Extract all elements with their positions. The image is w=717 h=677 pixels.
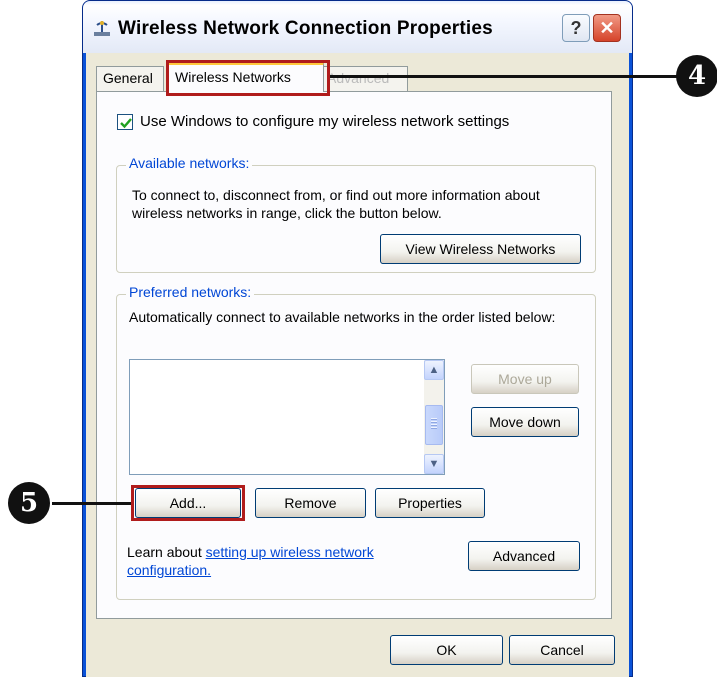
scroll-up-arrow-icon[interactable]: ▲	[424, 360, 444, 380]
cancel-button[interactable]: Cancel	[509, 635, 615, 665]
tab-advanced[interactable]: Advanced	[320, 66, 408, 91]
preferred-networks-description: Automatically connect to available netwo…	[129, 309, 556, 325]
callout-marker-4: 4	[676, 55, 717, 97]
callout-highlight-add	[131, 485, 245, 521]
callout-highlight-tab	[166, 60, 330, 96]
advanced-button[interactable]: Advanced	[468, 541, 580, 571]
ok-button[interactable]: OK	[390, 635, 503, 665]
network-connection-icon	[92, 19, 112, 39]
remove-button[interactable]: Remove	[255, 488, 366, 518]
move-up-button[interactable]: Move up	[471, 364, 579, 394]
close-button[interactable]: ✕	[593, 14, 621, 42]
window-title: Wireless Network Connection Properties	[118, 18, 493, 39]
callout-line-5	[52, 502, 131, 505]
preferred-networks-list[interactable]	[129, 359, 445, 475]
properties-button[interactable]: Properties	[375, 488, 485, 518]
learn-about-prefix: Learn about	[127, 544, 206, 560]
learn-about-text: Learn about setting up wireless network …	[127, 543, 427, 579]
tab-general[interactable]: General	[96, 66, 164, 91]
use-windows-checkbox-label[interactable]: Use Windows to configure my wireless net…	[140, 113, 509, 130]
scroll-down-arrow-icon[interactable]: ▼	[424, 454, 444, 474]
help-button[interactable]: ?	[562, 14, 590, 42]
available-networks-legend: Available networks:	[126, 155, 253, 171]
callout-marker-5: 5	[8, 482, 50, 524]
move-down-button[interactable]: Move down	[471, 407, 579, 437]
available-networks-description: To connect to, disconnect from, or find …	[132, 187, 540, 221]
view-wireless-networks-button[interactable]: View Wireless Networks	[380, 234, 581, 264]
checkmark-icon	[120, 118, 132, 129]
scrollbar-grip-icon	[431, 418, 437, 430]
preferred-networks-legend: Preferred networks:	[126, 284, 255, 300]
callout-line-4	[330, 75, 682, 78]
use-windows-checkbox[interactable]	[117, 114, 133, 130]
